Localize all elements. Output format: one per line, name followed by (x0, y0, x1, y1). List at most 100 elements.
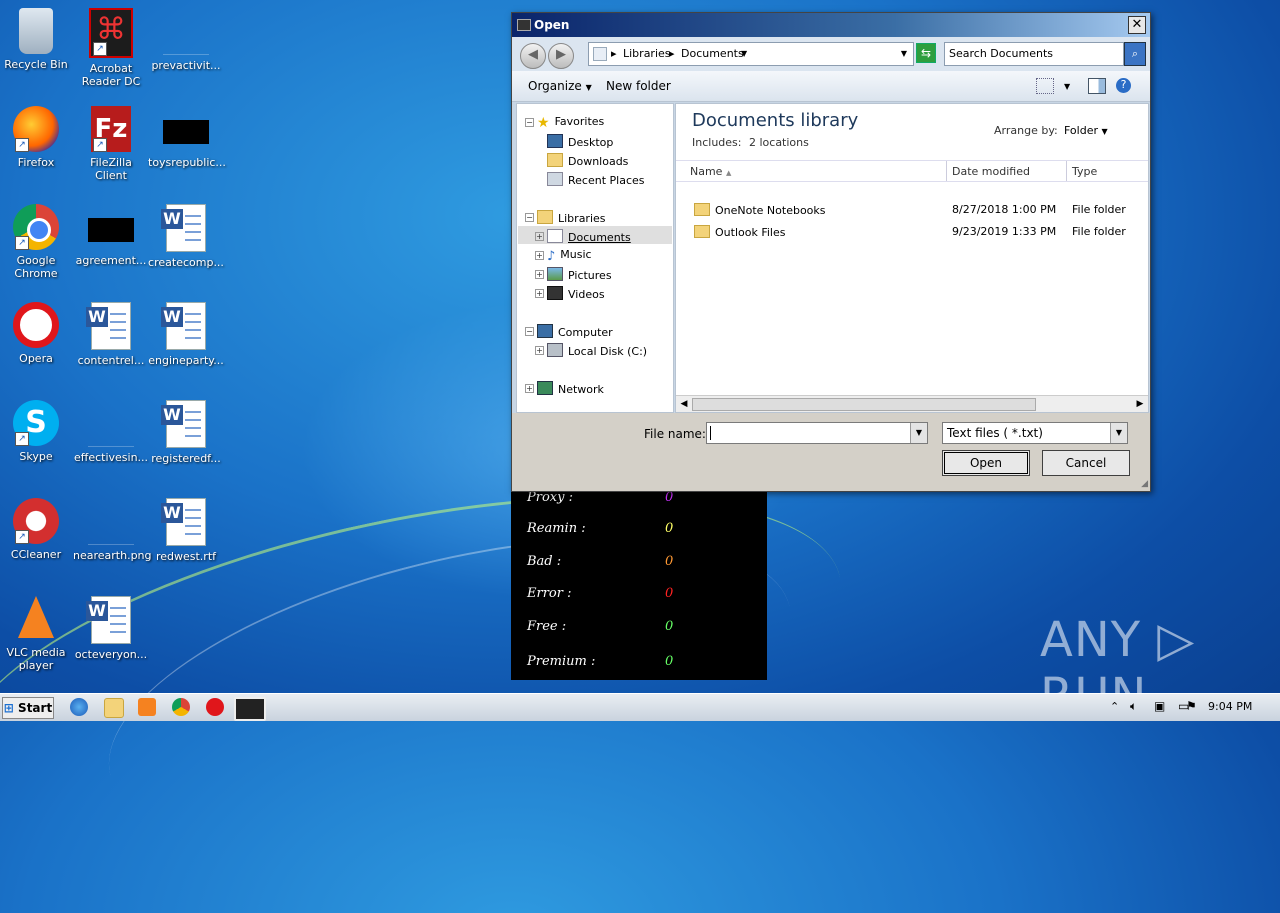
chevron-down-icon[interactable]: ▼ (1064, 82, 1070, 91)
desktop-icon-vlc[interactable]: VLC media player (0, 596, 74, 672)
close-button[interactable]: ✕ (1128, 16, 1146, 34)
nav-favorites[interactable]: ★ Favorites (537, 115, 604, 131)
nav-documents[interactable]: Documents (547, 229, 631, 244)
chrome-icon[interactable] (172, 698, 190, 716)
column-name[interactable]: Name ▲ (690, 165, 731, 178)
expand-icon[interactable]: + (535, 232, 544, 241)
scroll-right-arrow[interactable]: ▶ (1133, 397, 1147, 411)
console-label: Proxy : (527, 490, 573, 505)
collapse-icon[interactable]: − (525, 118, 534, 127)
expand-icon[interactable]: + (535, 289, 544, 298)
view-options-icon[interactable] (1036, 78, 1054, 94)
desktop-icon-firefox[interactable]: ↗ Firefox (0, 106, 74, 169)
locations-link[interactable]: 2 locations (749, 136, 809, 149)
nav-pictures[interactable]: Pictures (547, 267, 612, 282)
horizontal-scrollbar[interactable]: ◀ ▶ (676, 395, 1148, 412)
nav-music[interactable]: ♪ Music (547, 248, 592, 264)
nav-downloads[interactable]: Downloads (547, 153, 628, 168)
file-type-select[interactable]: Text files ( *.txt) ▼ (942, 422, 1128, 444)
media-player-icon[interactable] (138, 698, 156, 716)
desktop-icon-engineparty[interactable]: W engineparty... (148, 302, 224, 367)
ie-icon[interactable] (70, 698, 88, 716)
console-label: Free : (527, 619, 567, 634)
file-row[interactable]: Outlook Files 9/23/2019 1:33 PM File fol… (676, 222, 1148, 242)
explorer-icon[interactable] (104, 698, 124, 718)
chevron-down-icon[interactable]: ▼ (741, 49, 747, 58)
search-input[interactable]: Search Documents (944, 42, 1124, 66)
chevron-down-icon[interactable]: ▼ (910, 423, 927, 443)
column-date-modified[interactable]: Date modified (952, 165, 1030, 178)
desktop-icon-nearearth[interactable]: nearearth.png (73, 498, 152, 562)
desktop-icon-recycle-bin[interactable]: Recycle Bin (0, 8, 74, 71)
desktop-icon-toysrepublic[interactable]: toysrepublic... (148, 106, 226, 169)
expand-icon[interactable]: + (535, 270, 544, 279)
nav-videos[interactable]: Videos (547, 286, 605, 301)
desktop-icon-agreement[interactable]: agreement... (73, 204, 149, 267)
arrange-by-dropdown[interactable]: Folder ▼ (1064, 124, 1108, 137)
volume-icon[interactable]: 🔈︎ (1130, 699, 1137, 714)
scroll-thumb[interactable] (692, 398, 1036, 411)
sort-ascending-icon: ▲ (725, 169, 732, 177)
expand-icon[interactable]: + (525, 384, 534, 393)
search-icon[interactable]: ⌕ (1124, 42, 1146, 66)
column-type[interactable]: Type (1072, 165, 1097, 178)
desktop-icon-filezilla[interactable]: Fz ↗ FileZilla Client (73, 106, 149, 182)
start-button[interactable]: ⊞ Start (2, 697, 54, 719)
collapse-icon[interactable]: − (525, 327, 534, 336)
collapse-icon[interactable]: − (525, 213, 534, 222)
desktop-icon-ccleaner[interactable]: ↗ CCleaner (0, 498, 74, 561)
breadcrumb-documents[interactable]: Documents (681, 47, 744, 60)
address-bar[interactable]: ▸ Libraries ▸ Documents ▼ ▼ (588, 42, 914, 66)
file-name-input[interactable]: ▼ (706, 422, 928, 444)
nav-local-disk[interactable]: Local Disk (C:) (547, 343, 647, 358)
back-button[interactable]: ◀ (520, 43, 546, 69)
desktop-icon-acrobat[interactable]: ⌘ ↗ Acrobat Reader DC (73, 8, 149, 88)
nav-computer[interactable]: Computer (537, 324, 613, 339)
expand-icon[interactable]: + (535, 346, 544, 355)
file-list-pane: Documents library Includes: 2 locations … (675, 103, 1149, 413)
forward-button[interactable]: ▶ (548, 43, 574, 69)
network-icon[interactable]: ▣ (1154, 699, 1165, 713)
desktop-icon-octeveryon[interactable]: W octeveryon... (73, 596, 149, 661)
file-row[interactable]: OneNote Notebooks 8/27/2018 1:00 PM File… (676, 200, 1148, 220)
dialog-titlebar[interactable]: Open ✕ (512, 13, 1150, 37)
desktop-icon-skype[interactable]: S ↗ Skype (0, 400, 74, 463)
desktop-icon-registeredf[interactable]: W registeredf... (148, 400, 224, 465)
help-icon[interactable]: ? (1116, 78, 1131, 93)
videos-icon (547, 286, 563, 300)
desktop-icon-chrome[interactable]: ↗ Google Chrome (0, 204, 74, 280)
opera-icon[interactable] (206, 698, 224, 716)
refresh-icon[interactable]: ⇆ (916, 43, 936, 63)
chevron-down-icon[interactable]: ▼ (901, 49, 907, 58)
new-folder-button[interactable]: New folder (606, 79, 671, 93)
word-doc-icon: W (86, 596, 131, 644)
desktop-icon-prevactivit[interactable]: prevactivit... (148, 8, 224, 72)
nav-recent-places[interactable]: Recent Places (547, 172, 645, 187)
preview-pane-icon[interactable] (1088, 78, 1106, 94)
scroll-left-arrow[interactable]: ◀ (677, 397, 691, 411)
cancel-button[interactable]: Cancel (1042, 450, 1130, 476)
desktop-icon-effectivesin[interactable]: effectivesin... (73, 400, 149, 464)
open-button[interactable]: Open (942, 450, 1030, 476)
desktop-icon-opera[interactable]: Opera (0, 302, 74, 365)
organize-button[interactable]: Organize ▼ (528, 79, 592, 93)
resize-grip-icon[interactable]: ◢ (1141, 479, 1148, 489)
file-name-label: File name: (644, 427, 706, 441)
firefox-icon: ↗ (13, 106, 59, 152)
console-taskbar-icon[interactable] (234, 697, 266, 721)
breadcrumb-libraries[interactable]: Libraries (623, 47, 671, 60)
chevron-down-icon[interactable]: ▼ (1110, 423, 1127, 443)
clock[interactable]: 9:04 PM (1208, 700, 1252, 713)
word-doc-icon: W (161, 400, 206, 448)
image-file-icon (88, 498, 134, 545)
chevron-up-icon[interactable]: ⌃ (1110, 700, 1119, 713)
desktop-icon-createcomp[interactable]: W createcomp... (148, 204, 224, 269)
nav-libraries[interactable]: Libraries (537, 210, 606, 225)
expand-icon[interactable]: + (535, 251, 544, 260)
nav-desktop[interactable]: Desktop (547, 134, 613, 149)
flag-icon[interactable]: ⚑ (1186, 699, 1197, 713)
desktop-icon-redwest[interactable]: W redwest.rtf (148, 498, 224, 563)
desktop-icon-contentrel[interactable]: W contentrel... (73, 302, 149, 367)
opera-icon (13, 302, 59, 348)
nav-network[interactable]: Network (537, 381, 604, 396)
